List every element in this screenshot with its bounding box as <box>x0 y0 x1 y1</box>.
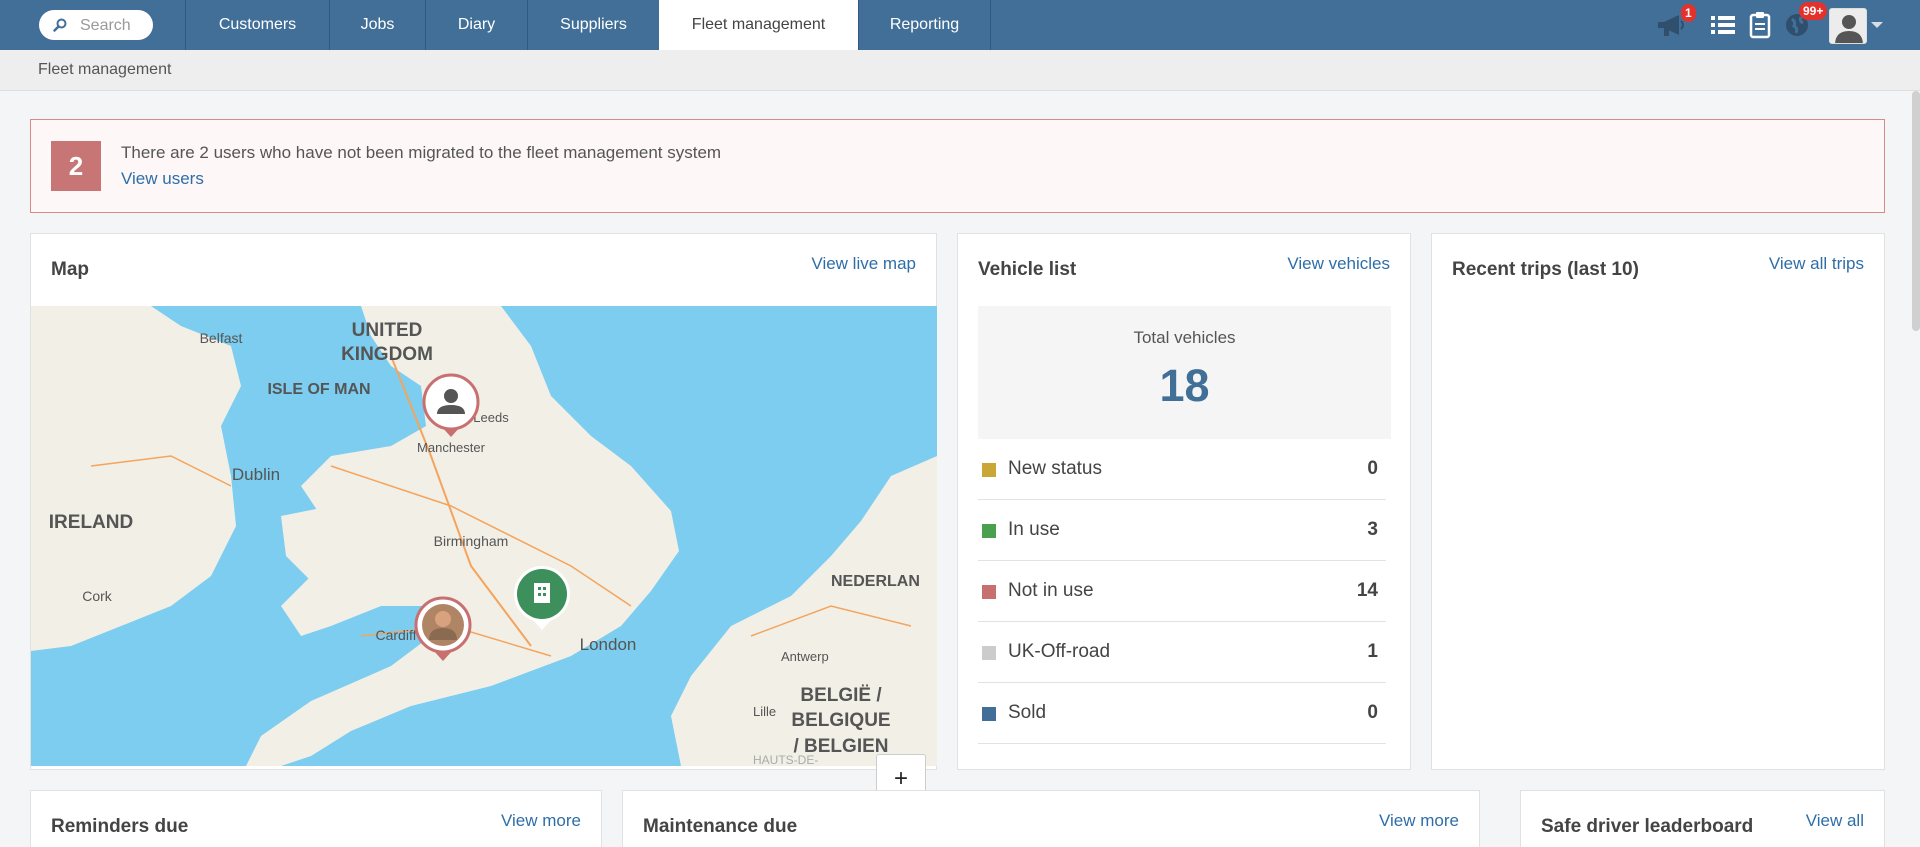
map-canvas[interactable]: UNITED KINGDOM Belfast ISLE OF MAN Dubli… <box>31 306 937 766</box>
status-count: 0 <box>1367 458 1378 479</box>
recent-trips-panel: Recent trips (last 10) View all trips <box>1431 233 1885 770</box>
vehicle-list-title: Vehicle list <box>978 259 1077 280</box>
view-all-trips-link[interactable]: View all trips <box>1769 254 1864 274</box>
nav-tab-diary[interactable]: Diary <box>425 0 527 50</box>
clipboard-icon[interactable] <box>1748 11 1772 39</box>
status-name: Not in use <box>1008 580 1094 601</box>
svg-text:BELGIQUE: BELGIQUE <box>791 710 890 731</box>
map-label-ireland: IRELAND <box>49 512 133 533</box>
map-label-lille: Lille <box>753 704 776 719</box>
alert-count-badge: 2 <box>51 141 101 191</box>
status-color-swatch <box>982 707 996 721</box>
status-color-swatch <box>982 463 996 477</box>
status-row-in-use[interactable]: In use 3 <box>978 500 1386 561</box>
page-scrollbar[interactable] <box>1912 91 1920 331</box>
status-row-sold[interactable]: Sold 0 <box>978 683 1386 744</box>
status-row-uk-off-road[interactable]: UK-Off-road 1 <box>978 622 1386 683</box>
search-icon <box>53 18 67 32</box>
map-label-dublin: Dublin <box>232 465 280 484</box>
map-label-belgium: BELGIË / <box>800 685 882 706</box>
map-label-hauts: HAUTS-DE- <box>753 753 818 766</box>
leaderboard-title: Safe driver leaderboard <box>1541 816 1754 837</box>
status-color-swatch <box>982 524 996 538</box>
globe-badge: 99+ <box>1799 2 1828 20</box>
status-count: 14 <box>1356 580 1378 601</box>
map-label-antwerp: Antwerp <box>781 649 829 664</box>
status-name: Sold <box>1008 702 1047 723</box>
nav-divider <box>990 0 991 50</box>
leaderboard-panel: Safe driver leaderboard View all <box>1520 790 1885 847</box>
map-label-isle-of-man: ISLE OF MAN <box>267 381 370 398</box>
nav-tab-suppliers[interactable]: Suppliers <box>527 0 659 50</box>
view-vehicles-link[interactable]: View vehicles <box>1287 254 1390 274</box>
status-row-new-status[interactable]: New status 0 <box>978 439 1386 500</box>
svg-text:KINGDOM: KINGDOM <box>341 344 433 365</box>
total-vehicles-box: Total vehicles 18 <box>978 306 1391 439</box>
total-vehicles-label: Total vehicles <box>1133 328 1236 347</box>
alert-message: There are 2 users who have not been migr… <box>121 143 722 162</box>
maintenance-view-more-link[interactable]: View more <box>1379 811 1459 831</box>
status-name: New status <box>1008 458 1102 479</box>
reminders-title: Reminders due <box>51 816 189 837</box>
view-live-map-link[interactable]: View live map <box>811 254 916 274</box>
list-icon[interactable] <box>1710 11 1736 39</box>
view-users-link[interactable]: View users <box>121 169 204 189</box>
map-label-manchester: Manchester <box>417 440 486 455</box>
migration-alert: 2 There are 2 users who have not been mi… <box>30 119 1885 213</box>
notification-badge: 1 <box>1681 4 1696 22</box>
maintenance-panel: Maintenance due View more <box>622 790 1480 847</box>
status-count: 0 <box>1367 702 1378 723</box>
user-avatar-icon <box>1835 15 1863 43</box>
user-avatar-button[interactable] <box>1829 8 1867 44</box>
reminders-panel: Reminders due View more <box>30 790 602 847</box>
caret-down-icon[interactable] <box>1871 22 1883 28</box>
map-label-london: London <box>580 635 637 654</box>
map-panel-title: Map <box>51 259 89 280</box>
status-color-swatch <box>982 585 996 599</box>
status-color-swatch <box>982 646 996 660</box>
total-vehicles-value: 18 <box>1159 360 1210 411</box>
leaderboard-view-all-link[interactable]: View all <box>1806 811 1864 831</box>
status-name: UK-Off-road <box>1008 641 1111 662</box>
map-label-cardiff: Cardiff <box>376 627 417 643</box>
status-name: In use <box>1008 519 1060 540</box>
recent-trips-title: Recent trips (last 10) <box>1452 259 1639 280</box>
breadcrumb-current: Fleet management <box>38 61 172 78</box>
nav-tab-customers[interactable]: Customers <box>185 0 329 50</box>
nav-tab-reporting[interactable]: Reporting <box>858 0 990 50</box>
status-row-not-in-use[interactable]: Not in use 14 <box>978 561 1386 622</box>
vehicle-list-panel: Vehicle list View vehicles Total vehicle… <box>957 233 1411 770</box>
map-illustration: UNITED KINGDOM Belfast ISLE OF MAN Dubli… <box>31 306 937 766</box>
map-label-belfast: Belfast <box>200 330 243 346</box>
map-label-nederland: NEDERLAN <box>831 573 920 590</box>
nav-tab-jobs[interactable]: Jobs <box>329 0 425 50</box>
maintenance-title: Maintenance due <box>643 816 798 837</box>
nav-tab-fleet-management[interactable]: Fleet management <box>659 0 858 50</box>
status-count: 3 <box>1367 519 1378 540</box>
map-label-birmingham: Birmingham <box>434 533 509 549</box>
map-label-leeds: Leeds <box>473 410 509 425</box>
reminders-view-more-link[interactable]: View more <box>501 811 581 831</box>
search-input[interactable]: Search <box>39 10 153 40</box>
map-label-cork: Cork <box>82 588 113 604</box>
map-label-uk: UNITED <box>352 320 423 341</box>
map-panel: Map View live map UNITED KINGDOM Belfast… <box>30 233 937 847</box>
search-placeholder: Search <box>80 17 131 34</box>
top-navigation-bar: Search Customers Jobs Diary Suppliers Fl… <box>0 0 1920 50</box>
breadcrumb: Fleet management <box>0 50 1920 91</box>
status-count: 1 <box>1367 641 1378 662</box>
